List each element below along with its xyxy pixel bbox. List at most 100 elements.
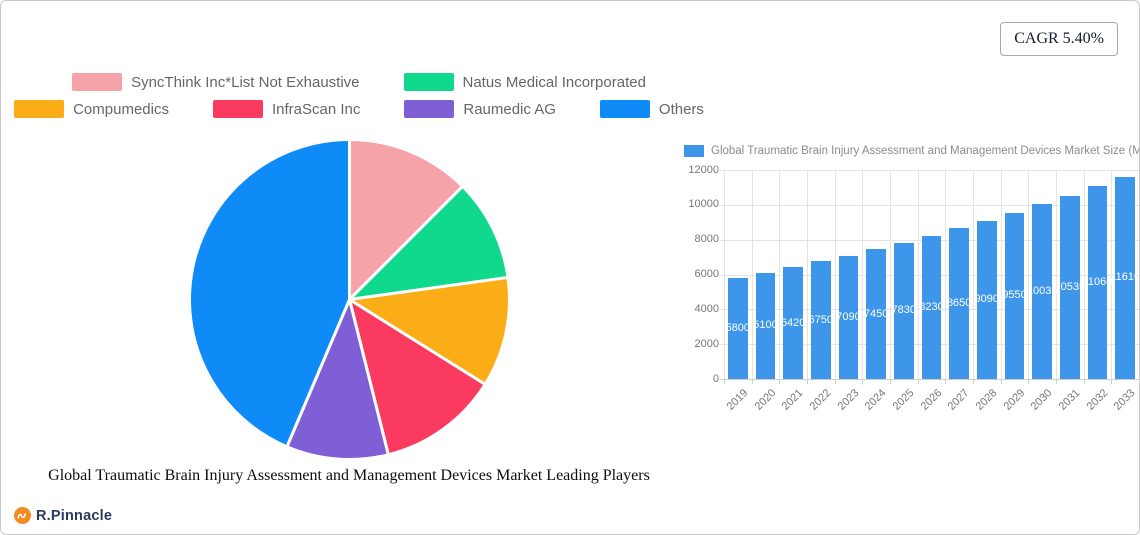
- y-tick-label: 0: [677, 373, 719, 385]
- legend-swatch: [14, 100, 64, 118]
- r-pinnacle-logo-icon: [14, 507, 31, 524]
- x-axis-tick: [973, 379, 974, 384]
- y-tick-label: 10000: [677, 198, 719, 210]
- gridline-horizontal: [718, 379, 1139, 380]
- bar[interactable]: [1088, 186, 1108, 379]
- x-tick-label: 2019: [724, 387, 750, 413]
- y-tick-label: 4000: [677, 303, 719, 315]
- gridline-vertical: [1084, 170, 1085, 379]
- x-tick-label: 2032: [1084, 387, 1110, 413]
- x-axis-tick: [807, 379, 808, 384]
- x-tick-label: 2023: [835, 387, 861, 413]
- legend-label: Raumedic AG: [463, 101, 556, 118]
- bar[interactable]: [839, 256, 859, 380]
- bar[interactable]: [977, 221, 997, 379]
- bar[interactable]: [1032, 204, 1052, 379]
- gridline-vertical: [1001, 170, 1002, 379]
- x-axis-tick: [1001, 379, 1002, 384]
- bar[interactable]: [949, 228, 969, 379]
- bar-chart[interactable]: Global Traumatic Brain Injury Assessment…: [677, 145, 1140, 431]
- bar[interactable]: [866, 249, 886, 379]
- legend-swatch: [213, 100, 263, 118]
- bar[interactable]: [1060, 196, 1080, 380]
- bar-plot-area[interactable]: 5800610064206750709074507830823086509090…: [724, 170, 1139, 379]
- legend-label: Others: [659, 101, 704, 118]
- legend-label: SyncThink Inc*List Not Exhaustive: [131, 74, 359, 91]
- legend-swatch: [600, 100, 650, 118]
- gridline-vertical: [724, 170, 725, 379]
- x-axis-tick: [890, 379, 891, 384]
- x-tick-label: 2020: [752, 387, 778, 413]
- legend-item[interactable]: Raumedic AG: [404, 100, 556, 118]
- gridline-vertical: [1028, 170, 1029, 379]
- bar[interactable]: [728, 278, 748, 379]
- x-axis-tick: [1056, 379, 1057, 384]
- legend-label: InfraScan Inc: [272, 101, 360, 118]
- gridline-vertical: [779, 170, 780, 379]
- bar[interactable]: [811, 261, 831, 379]
- x-axis-tick: [1111, 379, 1112, 384]
- brand-footer: R.Pinnacle: [14, 507, 112, 524]
- x-tick-label: 2026: [918, 387, 944, 413]
- legend-label: Natus Medical Incorporated: [463, 74, 646, 91]
- x-axis-tick: [752, 379, 753, 384]
- legend-item[interactable]: Natus Medical Incorporated: [404, 73, 646, 91]
- legend-swatch: [404, 73, 454, 91]
- y-tick-label: 6000: [677, 268, 719, 280]
- gridline-vertical: [918, 170, 919, 379]
- x-tick-label: 2030: [1029, 387, 1055, 413]
- legend-row: CompumedicsInfraScan IncRaumedic AGOther…: [21, 100, 697, 118]
- x-axis-tick: [779, 379, 780, 384]
- x-tick-label: 2028: [973, 387, 999, 413]
- bar[interactable]: [783, 267, 803, 379]
- gridline-vertical: [835, 170, 836, 379]
- x-tick-label: 2024: [863, 387, 889, 413]
- bar[interactable]: [1115, 177, 1135, 379]
- legend-label: Compumedics: [73, 101, 169, 118]
- brand-name: R.Pinnacle: [36, 508, 112, 524]
- bar[interactable]: [894, 243, 914, 379]
- x-axis-tick: [835, 379, 836, 384]
- legend-row: SyncThink Inc*List Not Exhaustive Natus M…: [21, 73, 697, 91]
- x-tick-label: 2027: [946, 387, 972, 413]
- x-tick-label: 2029: [1001, 387, 1027, 413]
- x-tick-label: 2031: [1056, 387, 1082, 413]
- y-tick-label: 12000: [677, 164, 719, 176]
- gridline-vertical: [862, 170, 863, 379]
- gridline-vertical: [807, 170, 808, 379]
- legend-item[interactable]: SyncThink Inc*List Not Exhaustive: [72, 73, 359, 91]
- x-axis-tick: [918, 379, 919, 384]
- pie-legend: SyncThink Inc*List Not Exhaustive Natus M…: [21, 73, 697, 118]
- x-tick-label: 2025: [890, 387, 916, 413]
- bar[interactable]: [922, 236, 942, 379]
- y-axis: 0 2000 4000 6000 8000 10000 12000: [677, 145, 719, 385]
- legend-swatch: [404, 100, 454, 118]
- pie-chart[interactable]: [187, 137, 512, 462]
- x-axis-tick: [945, 379, 946, 384]
- gridline-vertical: [945, 170, 946, 379]
- x-axis-tick: [862, 379, 863, 384]
- x-tick-label: 2022: [807, 387, 833, 413]
- x-tick-label: 2033: [1112, 387, 1138, 413]
- bar-legend-label: Global Traumatic Brain Injury Assessment…: [711, 145, 1140, 157]
- x-axis-tick: [724, 379, 725, 384]
- x-axis-tick: [1084, 379, 1085, 384]
- gridline-horizontal: [718, 170, 1139, 171]
- gridline-vertical: [890, 170, 891, 379]
- pie-chart-title: Global Traumatic Brain Injury Assessment…: [39, 467, 659, 485]
- gridline-vertical: [752, 170, 753, 379]
- gridline-vertical: [973, 170, 974, 379]
- cagr-badge: CAGR 5.40%: [1000, 22, 1118, 56]
- y-tick-label: 2000: [677, 338, 719, 350]
- x-tick-label: 2021: [780, 387, 806, 413]
- bar[interactable]: [756, 273, 776, 379]
- legend-swatch: [72, 73, 122, 91]
- report-card: CAGR 5.40% SyncThink Inc*List Not Exhaus…: [0, 0, 1140, 535]
- y-tick-label: 8000: [677, 233, 719, 245]
- legend-item[interactable]: Others: [600, 100, 704, 118]
- bar-chart-legend[interactable]: Global Traumatic Brain Injury Assessment…: [684, 145, 1140, 157]
- gridline-vertical: [1056, 170, 1057, 379]
- legend-item[interactable]: Compumedics: [14, 100, 169, 118]
- legend-item[interactable]: InfraScan Inc: [213, 100, 360, 118]
- bar[interactable]: [1005, 213, 1025, 379]
